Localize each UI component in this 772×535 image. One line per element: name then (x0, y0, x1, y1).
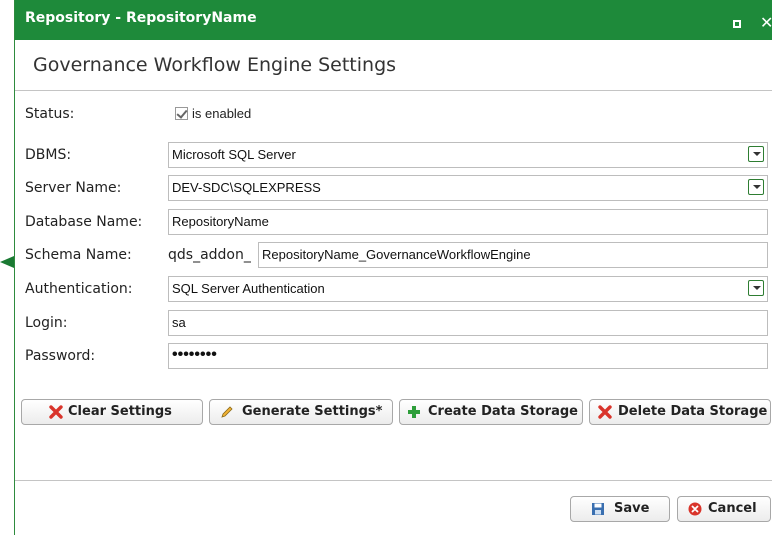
chevron-down-icon[interactable] (748, 280, 764, 296)
server-name-value: DEV-SDC\SQLEXPRESS (172, 180, 321, 195)
authentication-label: Authentication: (25, 281, 133, 297)
close-icon[interactable]: ✕ (760, 13, 772, 32)
cancel-button[interactable]: Cancel (677, 496, 771, 522)
password-label: Password: (25, 348, 96, 364)
schema-name-value: RepositoryName_GovernanceWorkflowEngine (262, 247, 531, 262)
footer-divider (15, 480, 772, 481)
settings-dialog: Repository - RepositoryName ✕ Governance… (14, 0, 772, 535)
title-bar: Repository - RepositoryName ✕ (15, 0, 772, 40)
schema-name-field[interactable]: RepositoryName_GovernanceWorkflowEngine (258, 242, 768, 268)
is-enabled-checkbox[interactable] (175, 107, 188, 120)
password-value: •••••••• (172, 346, 217, 363)
create-data-storage-label: Create Data Storage (428, 404, 578, 419)
database-name-value: RepositoryName (172, 214, 269, 229)
window-title: Repository - RepositoryName (25, 10, 257, 26)
chevron-down-icon[interactable] (748, 179, 764, 195)
authentication-value: SQL Server Authentication (172, 281, 325, 296)
clear-settings-label: Clear Settings (68, 404, 172, 419)
red-x-icon (598, 405, 612, 419)
save-button[interactable]: Save (570, 496, 670, 522)
delete-data-storage-button[interactable]: Delete Data Storage (589, 399, 771, 425)
maximize-icon[interactable] (733, 20, 741, 28)
server-name-label: Server Name: (25, 180, 122, 196)
clear-settings-button[interactable]: Clear Settings (21, 399, 203, 425)
create-data-storage-button[interactable]: Create Data Storage (399, 399, 583, 425)
dialog-header: Governance Workflow Engine Settings (15, 40, 772, 91)
schema-prefix: qds_addon_ (168, 247, 251, 263)
password-field[interactable]: •••••••• (168, 343, 768, 369)
dbms-select[interactable]: Microsoft SQL Server (168, 142, 768, 168)
login-value: sa (172, 315, 186, 330)
database-name-label: Database Name: (25, 214, 143, 230)
server-name-select[interactable]: DEV-SDC\SQLEXPRESS (168, 175, 768, 201)
cancel-label: Cancel (708, 501, 757, 516)
login-label: Login: (25, 315, 68, 331)
chevron-down-icon[interactable] (748, 146, 764, 162)
page-title: Governance Workflow Engine Settings (33, 54, 397, 76)
save-label: Save (614, 501, 650, 516)
green-plus-icon (408, 406, 420, 418)
pointer-arrow-icon (0, 256, 14, 268)
cancel-circle-icon (688, 502, 702, 516)
generate-settings-button[interactable]: Generate Settings* (209, 399, 393, 425)
schema-name-label: Schema Name: (25, 247, 132, 263)
floppy-disk-icon (592, 503, 604, 515)
delete-data-storage-label: Delete Data Storage (618, 404, 768, 419)
dbms-label: DBMS: (25, 147, 72, 163)
pencil-icon (221, 406, 233, 418)
status-label: Status: (25, 106, 75, 122)
red-x-icon (49, 405, 63, 419)
database-name-field[interactable]: RepositoryName (168, 209, 768, 235)
authentication-select[interactable]: SQL Server Authentication (168, 276, 768, 302)
dbms-value: Microsoft SQL Server (172, 147, 296, 162)
is-enabled-label[interactable]: is enabled (192, 106, 251, 121)
login-field[interactable]: sa (168, 310, 768, 336)
generate-settings-label: Generate Settings* (242, 404, 383, 419)
